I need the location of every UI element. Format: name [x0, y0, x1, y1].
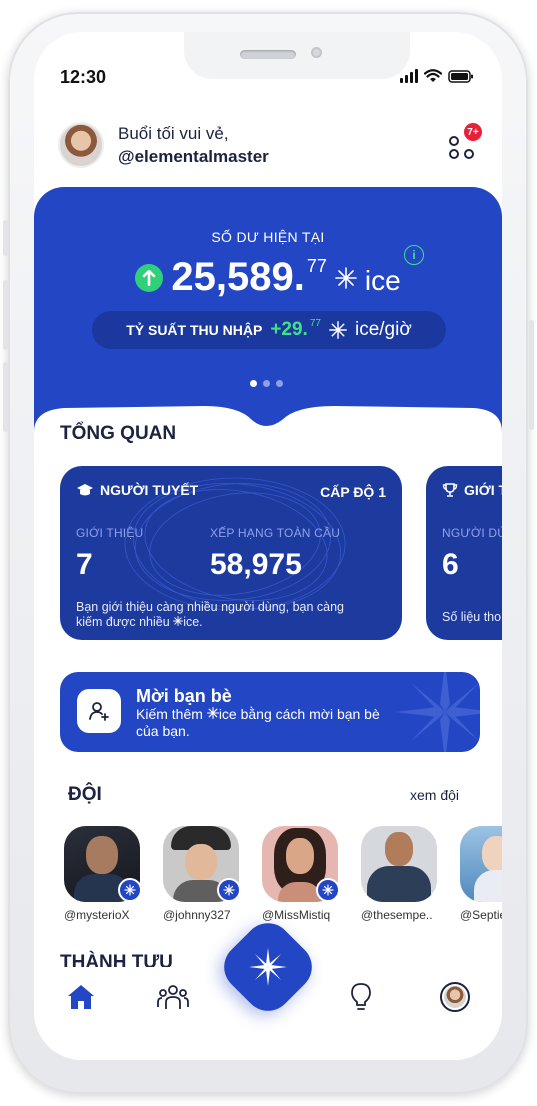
invite-friends-banner[interactable]: Mời bạn bè Kiếm thêm ice bằng cách mời b…: [60, 672, 480, 752]
invite-title: Mời bạn bè: [136, 686, 232, 706]
wifi-icon: [424, 69, 442, 82]
team-member[interactable]: @johnny327: [163, 826, 241, 922]
users-label: NGƯỜI DÙ: [442, 526, 502, 540]
referral-value: 7: [76, 548, 93, 581]
team-member[interactable]: @mysterioX: [64, 826, 142, 922]
card-header: GIỚI T: [442, 482, 502, 498]
speaker: [240, 50, 296, 59]
team-member[interactable]: @thesempe..: [361, 826, 437, 922]
app-screen: 12:30 Buổi tối vui vẻ, @elementalmaster …: [34, 32, 502, 1060]
avatar[interactable]: [58, 122, 104, 168]
ice-star-icon: [173, 616, 184, 626]
invite-text: Kiếm thêm: [136, 706, 203, 722]
footer-text: kiếm được nhiều: [76, 615, 170, 629]
member-name: @mysterioX: [64, 908, 130, 922]
card-title: GIỚI T: [464, 482, 502, 498]
card-footer: Số liệu tho: [442, 610, 502, 624]
graduation-cap-icon: [77, 484, 93, 496]
overview-title: TỔNG QUAN: [60, 423, 177, 444]
member-name: @thesempe..: [361, 908, 433, 922]
greeting-text: Buổi tối vui vẻ,: [118, 124, 229, 143]
card-title: NGƯỜI TUYẾT: [100, 482, 199, 498]
bulb-icon[interactable]: [344, 980, 378, 1014]
member-photo: [460, 826, 502, 902]
front-camera: [311, 47, 322, 58]
level-card[interactable]: NGƯỜI TUYẾT CẤP ĐỘ 1 GIỚI THIỆU 7 XẾP HẠ…: [60, 466, 402, 640]
balance-amount: 25,589.: [171, 255, 305, 299]
card-header: NGƯỜI TUYẾT: [76, 482, 198, 498]
rate-unit: ice/giờ: [354, 319, 412, 340]
ice-star-icon: [335, 266, 357, 289]
ice-star-icon[interactable]: [230, 929, 306, 1005]
rate-value: +29.: [270, 319, 308, 340]
card-footer: Bạn giới thiệu càng nhiều người dùng, bạ…: [76, 600, 376, 630]
member-name: @MissMistiq: [262, 908, 331, 922]
team-icon[interactable]: [156, 980, 190, 1014]
username: @elementalmaster: [118, 147, 269, 166]
team-member[interactable]: @Septie: [460, 826, 502, 922]
arrow-up-icon: [135, 263, 164, 292]
rate-decimals: 77: [309, 317, 321, 329]
member-photo: [361, 826, 437, 902]
invite-text: của bạn.: [136, 723, 190, 739]
signal-icon: [400, 69, 418, 83]
notch: [184, 32, 410, 79]
trophy-icon: [442, 483, 458, 497]
status-icons: [400, 69, 474, 83]
status-time: 12:30: [60, 67, 107, 87]
ice-star-icon: [206, 707, 219, 719]
footer-text: Bạn giới thiệu càng nhiều người dùng, bạ…: [76, 600, 345, 614]
invite-text: ice bằng cách mời bạn bè: [218, 706, 380, 722]
footer-text: ice.: [183, 615, 203, 629]
member-name: @Septie: [460, 908, 502, 922]
global-rank-label: XẾP HẠNG TOÀN CẦU: [210, 526, 341, 540]
balance-decimals: 77: [306, 256, 327, 276]
add-user-icon: [77, 689, 121, 733]
balance-row: 25,589. 77 ice: [34, 255, 502, 300]
rate-label: TỶ SUẤT THU NHẬP: [126, 322, 263, 338]
ice-badge-icon: [316, 878, 340, 902]
ice-badge-icon: [118, 878, 142, 902]
level-label: CẤP ĐỘ 1: [320, 484, 386, 500]
home-icon[interactable]: [64, 980, 98, 1014]
ice-badge-icon: [217, 878, 241, 902]
side-button: [3, 362, 8, 432]
users-value: 6: [442, 548, 459, 581]
battery-icon: [448, 69, 473, 83]
side-button: [529, 320, 534, 430]
ice-star-icon: [329, 321, 347, 339]
achievement-card[interactable]: GIỚI T NGƯỜI DÙ 6 Số liệu tho: [426, 466, 502, 640]
notification-badge[interactable]: 7+: [462, 121, 484, 143]
member-name: @johnny327: [163, 908, 231, 922]
view-team-link[interactable]: xem đội: [410, 787, 459, 803]
referral-label: GIỚI THIỆU: [76, 526, 144, 540]
side-button: [3, 280, 8, 350]
team-title: ĐỘI: [68, 784, 102, 805]
wave-divider: [34, 406, 502, 462]
global-rank-value: 58,975: [210, 548, 302, 581]
invite-subtitle: Kiếm thêm ice bằng cách mời bạn bè của b…: [136, 706, 406, 740]
earning-rate-pill: TỶ SUẤT THU NHẬP +29. 77 ice/giờ: [92, 311, 446, 349]
side-button: [3, 220, 8, 256]
profile-icon[interactable]: [438, 980, 472, 1014]
team-member[interactable]: @MissMistiq: [262, 826, 340, 922]
balance-label: SỐ DƯ HIỆN TẠI: [211, 229, 325, 245]
balance-unit: ice: [364, 265, 401, 296]
